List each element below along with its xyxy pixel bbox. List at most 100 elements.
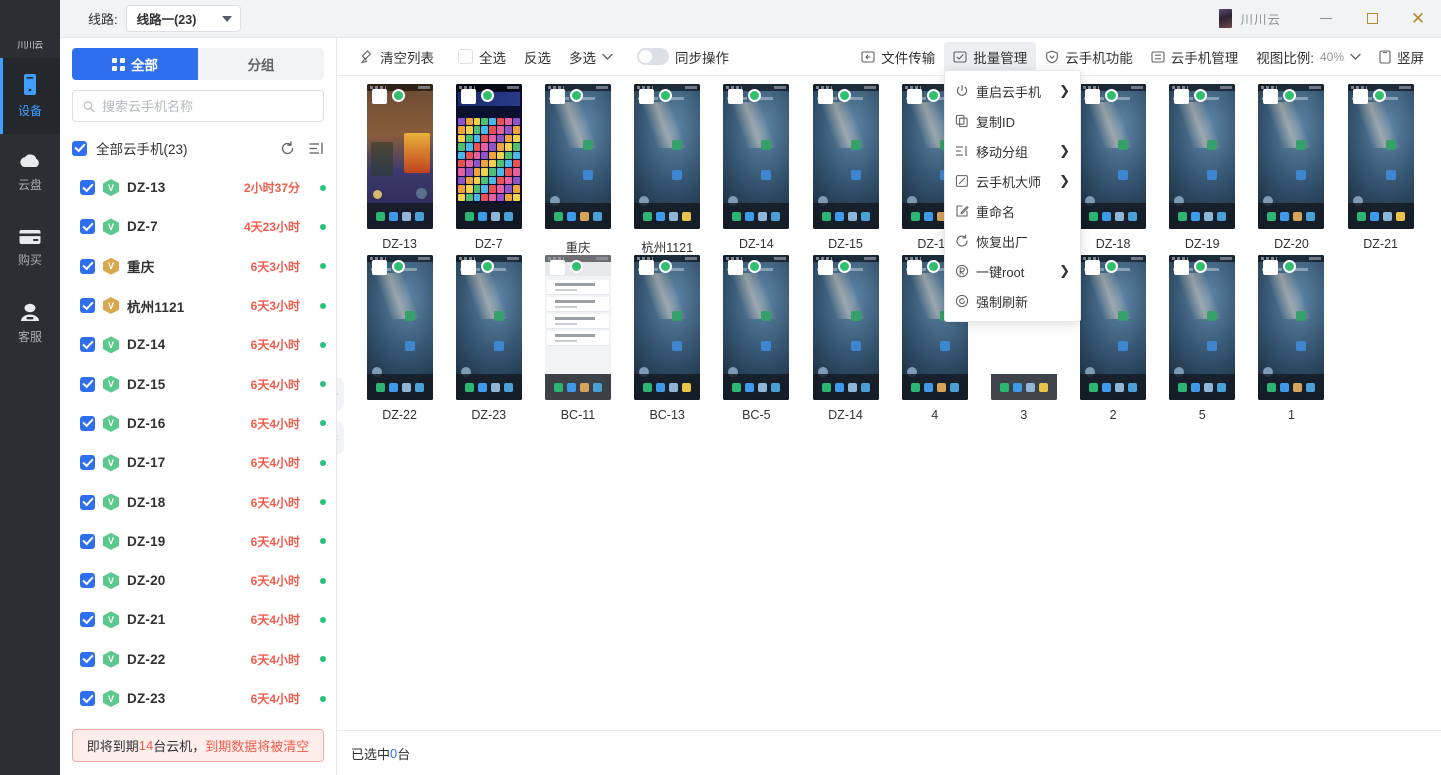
device-screen-thumbnail[interactable]	[813, 255, 879, 400]
device-screen-thumbnail[interactable]	[634, 84, 700, 229]
device-checkbox[interactable]	[80, 534, 95, 549]
device-card-checkbox[interactable]	[818, 89, 833, 104]
device-card[interactable]: DZ-22	[355, 255, 444, 426]
file-transfer-button[interactable]: 文件传输	[852, 42, 944, 72]
device-checkbox[interactable]	[80, 455, 95, 470]
device-card-checkbox[interactable]	[1174, 89, 1189, 104]
device-card[interactable]: DZ-23	[444, 255, 533, 426]
device-card-checkbox[interactable]	[372, 89, 387, 104]
search-box[interactable]	[72, 90, 324, 122]
device-card[interactable]: BC-11	[533, 255, 622, 426]
device-card-checkbox[interactable]	[461, 89, 476, 104]
device-screen-thumbnail[interactable]	[1258, 255, 1324, 400]
device-card-checkbox[interactable]	[907, 260, 922, 275]
route-select[interactable]: 线路一(23)	[126, 5, 241, 32]
device-card-checkbox[interactable]	[372, 260, 387, 275]
device-screen-thumbnail[interactable]	[723, 84, 789, 229]
device-screen-thumbnail[interactable]	[1169, 255, 1235, 400]
menu-item[interactable]: 移动分组❯	[945, 136, 1080, 166]
device-list-item[interactable]: VDZ-166天4小时	[60, 404, 336, 443]
device-list-item[interactable]: VDZ-74天23小时	[60, 207, 336, 246]
tab-group[interactable]: 分组	[198, 48, 324, 80]
device-screen-thumbnail[interactable]	[1348, 84, 1414, 229]
device-screen-thumbnail[interactable]	[367, 84, 433, 229]
device-card[interactable]: BC-13	[623, 255, 712, 426]
menu-item[interactable]: 重启云手机❯	[945, 76, 1080, 106]
device-list-item[interactable]: VDZ-176天4小时	[60, 443, 336, 482]
device-screen-thumbnail[interactable]	[813, 84, 879, 229]
device-checkbox[interactable]	[80, 219, 95, 234]
device-card[interactable]: 重庆	[533, 84, 622, 255]
device-card[interactable]: DZ-20	[1247, 84, 1336, 255]
device-checkbox[interactable]	[80, 180, 95, 195]
device-card-checkbox[interactable]	[1263, 89, 1278, 104]
device-card-checkbox[interactable]	[1353, 89, 1368, 104]
orientation-button[interactable]: 竖屏	[1370, 42, 1433, 72]
device-list-item[interactable]: VDZ-206天4小时	[60, 561, 336, 600]
device-card-checkbox[interactable]	[550, 260, 565, 275]
device-checkbox[interactable]	[80, 652, 95, 667]
collapse-panel-handle[interactable]: ‹	[337, 421, 344, 455]
device-screen-thumbnail[interactable]	[634, 255, 700, 400]
sync-switch[interactable]	[637, 48, 669, 65]
device-checkbox[interactable]	[80, 573, 95, 588]
sidebar-item-device[interactable]: 设备	[0, 58, 60, 134]
select-all-devices-row[interactable]: 全部云手机(23)	[60, 130, 336, 166]
device-card[interactable]: DZ-13	[355, 84, 444, 255]
menu-item[interactable]: 强制刷新	[945, 286, 1080, 316]
device-list-item[interactable]: VDZ-146天4小时	[60, 325, 336, 364]
sidebar-item-support[interactable]: 客服	[0, 286, 60, 362]
device-screen-thumbnail[interactable]	[1080, 84, 1146, 229]
device-screen-thumbnail[interactable]	[367, 255, 433, 400]
device-checkbox[interactable]	[80, 495, 95, 510]
sidebar-item-clouddisk[interactable]: 云盘	[0, 134, 60, 210]
device-card[interactable]: DZ-18	[1069, 84, 1158, 255]
tab-all[interactable]: 全部	[72, 48, 198, 80]
device-screen-thumbnail[interactable]	[1080, 255, 1146, 400]
device-card[interactable]: 杭州1121	[623, 84, 712, 255]
device-screen-thumbnail[interactable]	[1169, 84, 1235, 229]
expand-panel-handle[interactable]: ›	[337, 377, 344, 411]
device-card[interactable]: 2	[1069, 255, 1158, 426]
device-screen-thumbnail[interactable]	[456, 84, 522, 229]
device-card[interactable]: DZ-7	[444, 84, 533, 255]
cloud-manage-button[interactable]: 云手机管理	[1142, 42, 1248, 72]
device-checkbox[interactable]	[80, 377, 95, 392]
device-checkbox[interactable]	[80, 691, 95, 706]
device-checkbox[interactable]	[80, 337, 95, 352]
sync-operation-toggle[interactable]: 同步操作	[628, 42, 738, 72]
menu-item[interactable]: 复制ID	[945, 106, 1080, 136]
device-card-checkbox[interactable]	[1174, 260, 1189, 275]
device-screen-thumbnail[interactable]	[723, 255, 789, 400]
device-card-checkbox[interactable]	[728, 260, 743, 275]
device-card-checkbox[interactable]	[907, 89, 922, 104]
device-list-item[interactable]: VDZ-196天4小时	[60, 522, 336, 561]
device-card-checkbox[interactable]	[1263, 260, 1278, 275]
cloud-features-button[interactable]: 云手机功能	[1036, 42, 1142, 72]
device-card[interactable]: 1	[1247, 255, 1336, 426]
sort-icon[interactable]	[309, 141, 324, 156]
device-screen-thumbnail[interactable]	[456, 255, 522, 400]
device-card[interactable]: DZ-14	[801, 255, 890, 426]
device-card[interactable]: BC-5	[712, 255, 801, 426]
device-card-checkbox[interactable]	[1085, 260, 1100, 275]
refresh-icon[interactable]	[280, 141, 295, 156]
sidebar-item-purchase[interactable]: 购买	[0, 210, 60, 286]
device-card[interactable]: DZ-19	[1158, 84, 1247, 255]
device-list-item[interactable]: VDZ-226天4小时	[60, 640, 336, 679]
device-list-item[interactable]: VDZ-156天4小时	[60, 364, 336, 403]
device-screen-thumbnail[interactable]	[1258, 84, 1324, 229]
device-card-checkbox[interactable]	[461, 260, 476, 275]
invert-select-button[interactable]: 反选	[515, 42, 560, 72]
select-all-checkbox[interactable]	[458, 49, 473, 64]
device-card[interactable]: DZ-21	[1336, 84, 1425, 255]
device-card-checkbox[interactable]	[818, 260, 833, 275]
menu-item[interactable]: 一键root❯	[945, 256, 1080, 286]
menu-item[interactable]: 云手机大师❯	[945, 166, 1080, 196]
close-button[interactable]: ✕	[1395, 0, 1441, 38]
batch-manage-menu[interactable]: 重启云手机❯复制ID移动分组❯云手机大师❯重命名恢复出厂一键root❯强制刷新	[944, 70, 1081, 322]
device-checkbox[interactable]	[80, 259, 95, 274]
select-all-devices-checkbox[interactable]	[72, 141, 87, 156]
device-card-checkbox[interactable]	[639, 89, 654, 104]
multi-select-button[interactable]: 多选	[560, 42, 622, 72]
